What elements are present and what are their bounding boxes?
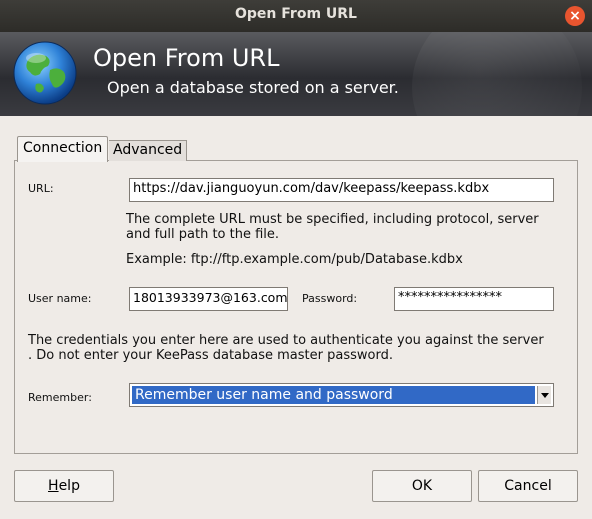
banner-subtitle: Open a database stored on a server. bbox=[107, 78, 399, 97]
url-help-line1: The complete URL must be specified, incl… bbox=[126, 212, 539, 227]
remember-dropdown[interactable]: Remember user name and password bbox=[129, 383, 554, 407]
username-label: User name: bbox=[28, 292, 92, 305]
close-button[interactable]: × bbox=[565, 6, 585, 26]
url-label: URL: bbox=[28, 182, 54, 195]
tab-advanced[interactable]: Advanced bbox=[109, 140, 187, 161]
remember-label: Remember: bbox=[28, 391, 92, 404]
background-globe-icon bbox=[412, 32, 582, 116]
tab-connection[interactable]: Connection bbox=[17, 136, 108, 162]
password-input[interactable]: **************** bbox=[394, 287, 554, 311]
title-bar: Open From URL × bbox=[0, 0, 592, 32]
username-input[interactable]: 18013933973@163.com bbox=[129, 287, 288, 311]
credentials-note-line1: The credentials you enter here are used … bbox=[28, 333, 544, 348]
credentials-note-line2: . Do not enter your KeePass database mas… bbox=[28, 348, 393, 363]
chevron-down-icon[interactable] bbox=[537, 386, 551, 404]
window-title: Open From URL bbox=[235, 6, 357, 22]
ok-button[interactable]: OK bbox=[372, 470, 472, 502]
globe-icon bbox=[13, 41, 77, 105]
password-label: Password: bbox=[302, 292, 358, 305]
cancel-button[interactable]: Cancel bbox=[478, 470, 578, 502]
remember-selected-value: Remember user name and password bbox=[132, 386, 535, 404]
help-button[interactable]: Help bbox=[14, 470, 114, 502]
url-example: Example: ftp://ftp.example.com/pub/Datab… bbox=[126, 252, 463, 267]
header-banner: Open From URL Open a database stored on … bbox=[0, 32, 592, 116]
url-input[interactable]: https://dav.jianguoyun.com/dav/keepass/k… bbox=[129, 178, 554, 202]
banner-title: Open From URL bbox=[93, 44, 280, 72]
url-help-line2: and full path to the file. bbox=[126, 227, 280, 242]
